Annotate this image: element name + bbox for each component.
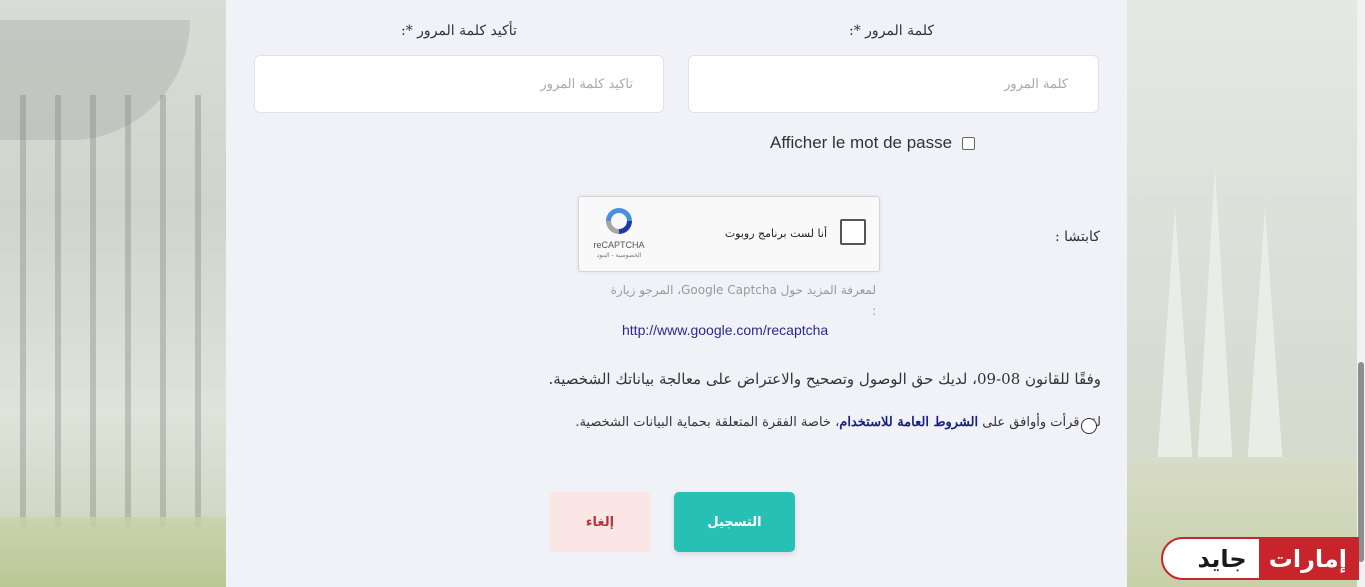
fence-bar xyxy=(125,95,131,527)
show-password-checkbox[interactable] xyxy=(962,136,976,150)
password-field[interactable] xyxy=(688,55,1099,113)
fence-bar xyxy=(160,95,166,527)
fence-bar xyxy=(195,95,201,527)
scrollbar-thumb[interactable] xyxy=(1358,362,1364,562)
watermark-part2: جايد xyxy=(1197,544,1247,573)
register-button[interactable]: التسجيل xyxy=(674,492,795,552)
watermark-part1: إمارات xyxy=(1258,539,1357,578)
recaptcha-checkbox[interactable] xyxy=(840,219,866,245)
terms-suffix: ، خاصة الفقرة المتعلقة بحماية البيانات ا… xyxy=(575,415,840,430)
recaptcha-checkbox-label: أنا لست برنامج روبوت xyxy=(724,227,827,240)
fence-bar xyxy=(90,95,96,527)
background-tree xyxy=(1197,167,1233,467)
background-tree xyxy=(1247,207,1283,467)
fence-bar xyxy=(20,95,26,527)
background-tree xyxy=(1157,207,1193,467)
watermark-logo: إمارات جايد xyxy=(1161,537,1359,580)
show-password-label: Afficher le mot de passe xyxy=(770,133,953,152)
show-password-toggle[interactable]: Afficher le mot de passe xyxy=(770,133,976,153)
terms-accept-radio[interactable] xyxy=(1081,418,1097,434)
background-right xyxy=(1127,0,1365,587)
recaptcha-widget[interactable]: أنا لست برنامج روبوت reCAPTCHA الخصوصية … xyxy=(578,196,880,272)
terms-link[interactable]: الشروط العامة للاستخدام xyxy=(839,415,978,430)
background-grass xyxy=(0,517,226,587)
cancel-button[interactable]: إلغاء xyxy=(549,492,651,552)
page-scrollbar[interactable] xyxy=(1357,0,1365,587)
terms-text: لقد قرأت وأوافق على الشروط العامة للاستخ… xyxy=(534,415,1101,430)
registration-form: كلمة المرور *: تأكيد كلمة المرور *: Affi… xyxy=(226,0,1127,587)
recaptcha-icon xyxy=(606,208,632,234)
background-left xyxy=(0,0,226,587)
recaptcha-privacy-link[interactable]: الخصوصية - البنود xyxy=(589,252,649,259)
recaptcha-link[interactable]: http://www.google.com/recaptcha xyxy=(622,322,828,338)
law-notice: وفقًا للقانون 08-09، لديك حق الوصول وتصح… xyxy=(548,370,1101,388)
confirm-password-field[interactable] xyxy=(254,55,664,113)
captcha-info-text: لمعرفة المزيد حول Google Captcha، المرجو… xyxy=(610,283,876,318)
recaptcha-logo: reCAPTCHA الخصوصية - البنود xyxy=(589,205,649,259)
password-label: كلمة المرور *: xyxy=(849,23,935,39)
fence-bar xyxy=(55,95,61,527)
captcha-label: كابتشا : xyxy=(1055,229,1100,245)
confirm-password-label: تأكيد كلمة المرور *: xyxy=(401,23,517,39)
recaptcha-brand: reCAPTCHA xyxy=(593,240,645,250)
